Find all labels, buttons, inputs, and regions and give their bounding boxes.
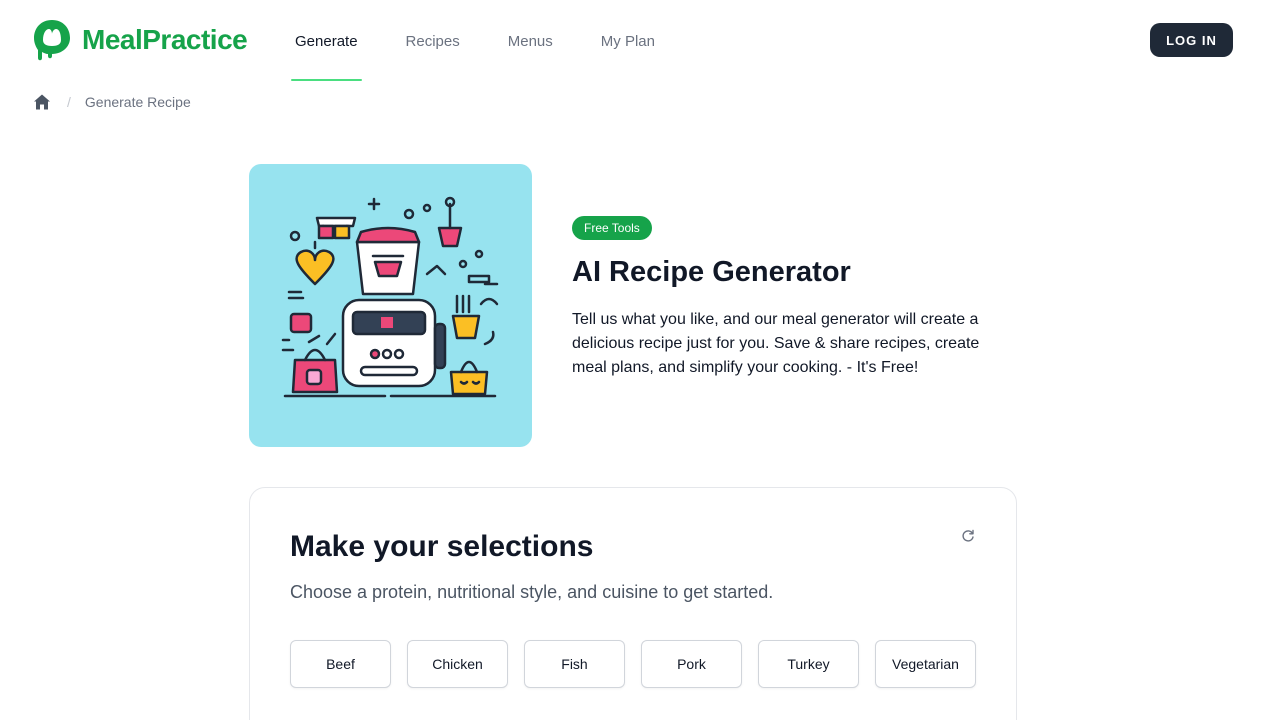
free-tools-badge: Free Tools [572,216,652,240]
main-nav: Generate Recipes Menus My Plan [291,0,699,82]
hero-illustration [249,164,532,447]
nav-menus[interactable]: Menus [504,0,557,82]
protein-turkey-button[interactable]: Turkey [758,640,859,688]
nav-label: Recipes [405,32,460,50]
nav-label: My Plan [600,32,655,50]
logo-text: MealPractice [82,24,248,55]
protein-chicken-button[interactable]: Chicken [407,640,508,688]
protein-pork-button[interactable]: Pork [641,640,742,688]
breadcrumb-current: Generate Recipe [84,94,191,110]
breadcrumb: / Generate Recipe [33,92,191,112]
home-icon[interactable] [33,93,51,111]
logo-icon [34,20,70,61]
breadcrumb-separator: / [67,94,71,110]
nav-label: Menus [507,32,553,50]
site-header: MealPractice Generate Recipes Menus My P… [0,0,1280,82]
nav-my-plan[interactable]: My Plan [597,0,659,82]
nav-recipes[interactable]: Recipes [402,0,464,82]
nav-label: Generate [295,32,358,50]
page-title: AI Recipe Generator [572,256,851,288]
nav-generate[interactable]: Generate [291,0,362,82]
logo-link[interactable]: MealPractice [32,18,248,62]
selections-card: Make your selections Choose a protein, n… [249,487,1017,720]
selections-title: Make your selections [290,530,594,563]
protein-vegetarian-button[interactable]: Vegetarian [875,640,976,688]
kitchen-robot-illustration [281,196,499,398]
login-button[interactable]: LOG IN [1150,23,1233,57]
hero-description: Tell us what you like, and our meal gene… [572,311,980,376]
protein-beef-button[interactable]: Beef [290,640,391,688]
protein-options: Beef Chicken Fish Pork Turkey Vegetarian [290,640,976,688]
refresh-icon[interactable] [961,529,975,543]
selections-subtitle: Choose a protein, nutritional style, and… [290,582,774,602]
protein-fish-button[interactable]: Fish [524,640,625,688]
